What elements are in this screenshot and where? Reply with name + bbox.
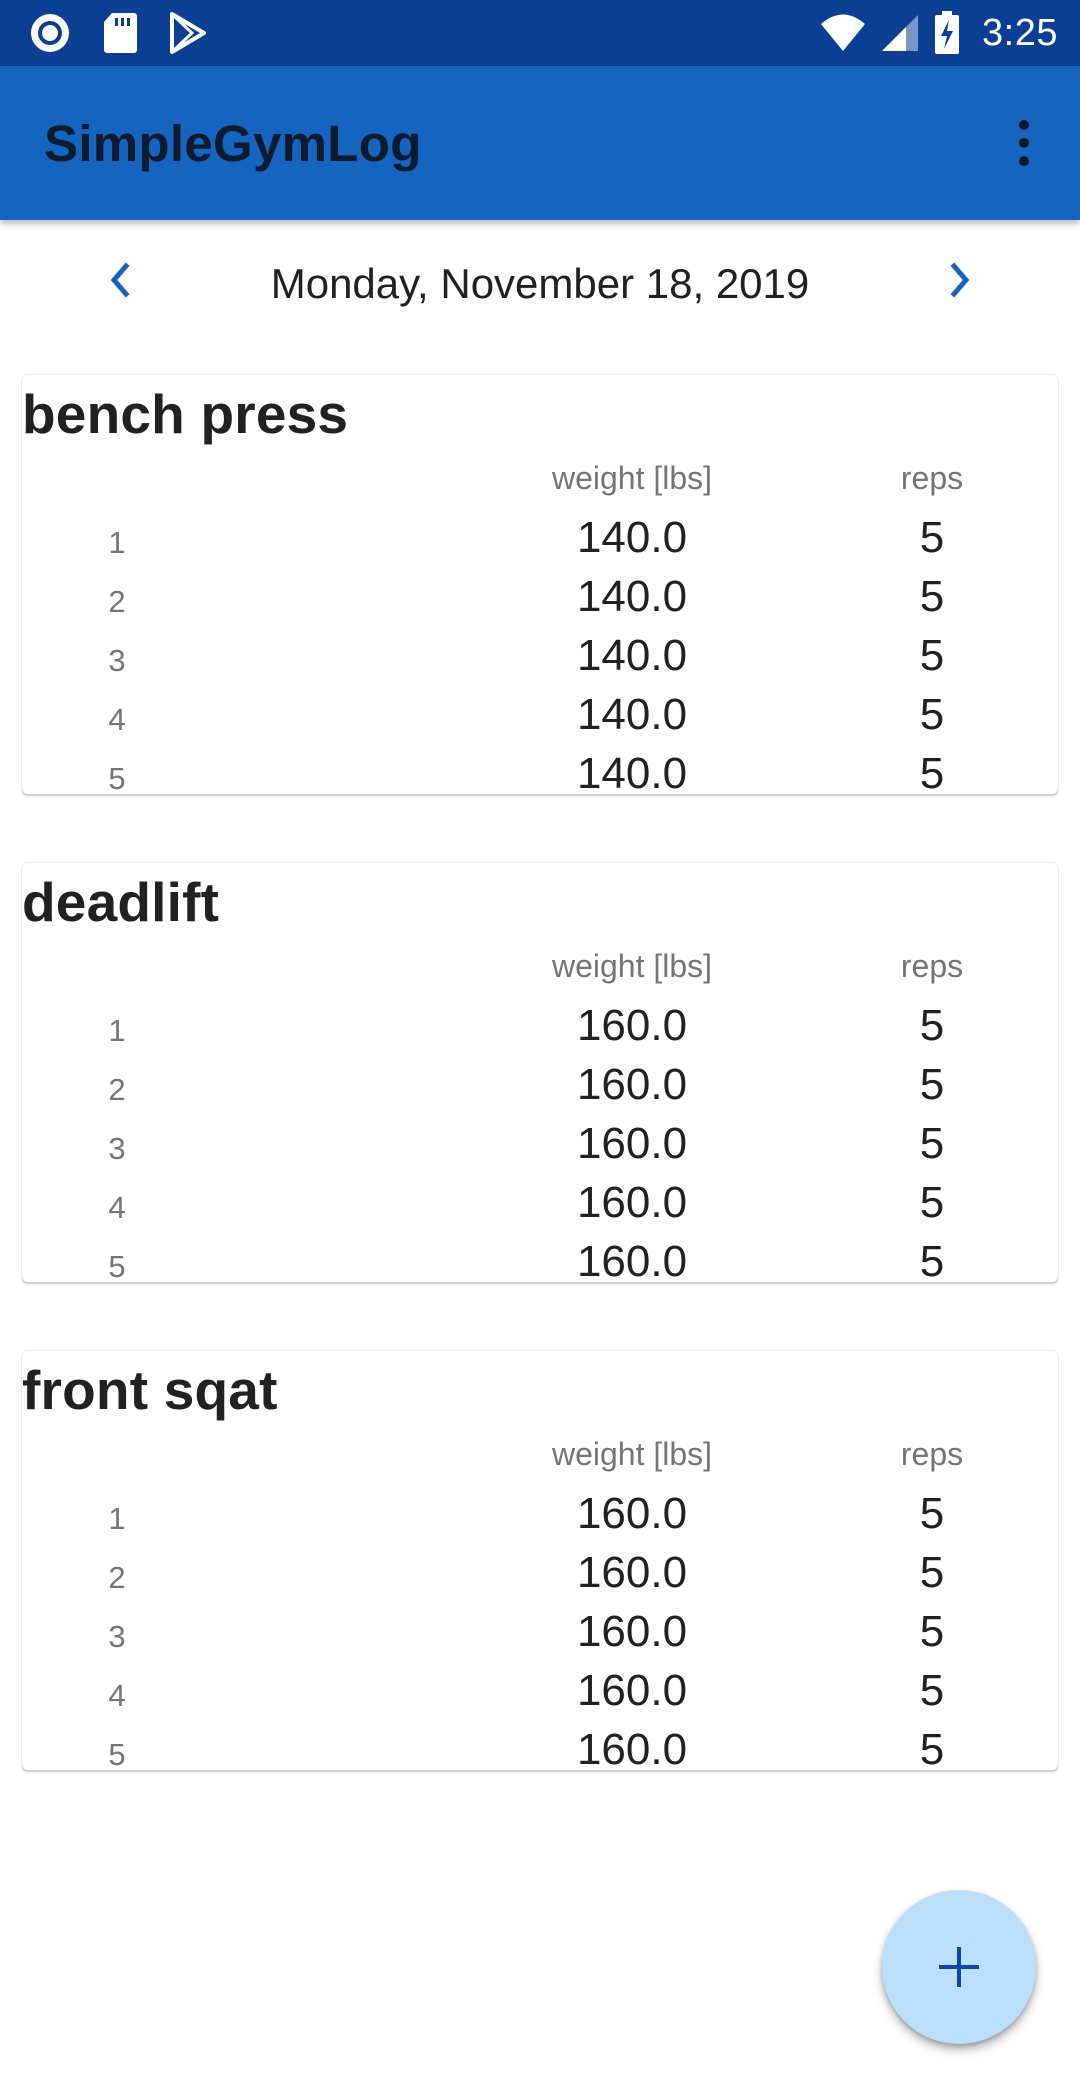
set-row[interactable]: 5 160.0 5 bbox=[22, 1230, 1058, 1289]
play-store-icon bbox=[168, 11, 208, 55]
set-reps: 5 bbox=[919, 513, 945, 562]
set-row[interactable]: 5 140.0 5 bbox=[22, 742, 1058, 801]
set-row[interactable]: 2 140.0 5 bbox=[22, 565, 1058, 624]
set-number: 2 bbox=[108, 1560, 126, 1595]
exercise-card[interactable]: deadlift weight [lbs] reps 1 160.0 5 2 1… bbox=[22, 862, 1058, 1286]
record-circle-icon bbox=[28, 11, 72, 55]
set-row[interactable]: 1 160.0 5 bbox=[22, 1482, 1058, 1541]
set-reps: 5 bbox=[919, 1489, 945, 1538]
status-bar: 3:25 bbox=[0, 0, 1080, 66]
set-reps: 5 bbox=[919, 1119, 945, 1168]
set-reps: 5 bbox=[919, 1725, 945, 1774]
set-reps: 5 bbox=[919, 1607, 945, 1656]
exercise-name: front sqat bbox=[22, 1359, 278, 1421]
set-row[interactable]: 4 140.0 5 bbox=[22, 683, 1058, 742]
set-reps: 5 bbox=[919, 1666, 945, 1715]
set-weight: 140.0 bbox=[576, 690, 688, 739]
set-weight: 140.0 bbox=[576, 572, 688, 621]
set-number: 4 bbox=[108, 1190, 126, 1225]
reps-column-header: reps bbox=[900, 948, 964, 984]
chevron-right-icon bbox=[950, 262, 970, 298]
exercise-name: bench press bbox=[22, 383, 349, 445]
set-number: 4 bbox=[108, 702, 126, 737]
set-reps: 5 bbox=[919, 1178, 945, 1227]
date-navigation: Monday, November 18, 2019 bbox=[0, 220, 1080, 356]
set-reps: 5 bbox=[919, 572, 945, 621]
overflow-menu-button[interactable] bbox=[994, 110, 1054, 176]
set-number: 1 bbox=[108, 525, 126, 560]
set-weight: 160.0 bbox=[576, 1607, 688, 1656]
exercise-name: deadlift bbox=[22, 871, 220, 933]
more-vert-icon bbox=[1019, 120, 1029, 130]
set-weight: 160.0 bbox=[576, 1178, 688, 1227]
set-weight: 160.0 bbox=[576, 1666, 688, 1715]
set-weight: 160.0 bbox=[576, 1489, 688, 1538]
set-number: 3 bbox=[108, 1619, 126, 1654]
sd-card-icon bbox=[102, 11, 138, 55]
weight-column-header: weight [lbs] bbox=[551, 460, 713, 496]
set-number: 3 bbox=[108, 643, 126, 678]
set-reps: 5 bbox=[919, 631, 945, 680]
set-row[interactable]: 1 140.0 5 bbox=[22, 506, 1058, 565]
set-reps: 5 bbox=[919, 1001, 945, 1050]
more-vert-icon-dot bbox=[1019, 138, 1029, 148]
exercise-card[interactable]: front sqat weight [lbs] reps 1 160.0 5 2… bbox=[22, 1350, 1058, 1774]
set-row[interactable]: 4 160.0 5 bbox=[22, 1171, 1058, 1230]
set-weight: 160.0 bbox=[576, 1237, 688, 1286]
set-row[interactable]: 4 160.0 5 bbox=[22, 1659, 1058, 1718]
set-number: 4 bbox=[108, 1678, 126, 1713]
exercise-card[interactable]: bench press weight [lbs] reps 1 140.0 5 … bbox=[22, 374, 1058, 798]
weight-column-header: weight [lbs] bbox=[551, 1436, 713, 1472]
wifi-icon bbox=[820, 13, 866, 53]
add-exercise-button[interactable] bbox=[882, 1890, 1036, 2044]
set-number: 2 bbox=[108, 1072, 126, 1107]
set-reps: 5 bbox=[919, 1237, 945, 1286]
set-weight: 140.0 bbox=[576, 631, 688, 680]
reps-column-header: reps bbox=[900, 1436, 964, 1472]
status-time: 3:25 bbox=[982, 11, 1058, 54]
set-row[interactable]: 3 160.0 5 bbox=[22, 1600, 1058, 1659]
weight-column-header: weight [lbs] bbox=[551, 948, 713, 984]
set-number: 1 bbox=[108, 1013, 126, 1048]
set-row[interactable]: 1 160.0 5 bbox=[22, 994, 1058, 1053]
set-number: 5 bbox=[108, 761, 126, 796]
app-title: SimpleGymLog bbox=[44, 115, 422, 172]
set-reps: 5 bbox=[919, 1548, 945, 1597]
plus-icon bbox=[939, 1947, 979, 1987]
next-day-button[interactable] bbox=[928, 248, 992, 312]
current-date: Monday, November 18, 2019 bbox=[270, 260, 810, 307]
set-row[interactable]: 2 160.0 5 bbox=[22, 1053, 1058, 1112]
notification-icons bbox=[28, 9, 208, 57]
set-reps: 5 bbox=[919, 749, 945, 798]
set-reps: 5 bbox=[919, 1060, 945, 1109]
set-number: 1 bbox=[108, 1501, 126, 1536]
system-icons: 3:25 bbox=[820, 9, 1058, 57]
set-row[interactable]: 3 140.0 5 bbox=[22, 624, 1058, 683]
battery-charging-icon bbox=[934, 11, 960, 55]
set-row[interactable]: 5 160.0 5 bbox=[22, 1718, 1058, 1777]
set-row[interactable]: 3 160.0 5 bbox=[22, 1112, 1058, 1171]
set-weight: 160.0 bbox=[576, 1548, 688, 1597]
set-weight: 160.0 bbox=[576, 1725, 688, 1774]
set-number: 5 bbox=[108, 1249, 126, 1284]
set-weight: 160.0 bbox=[576, 1001, 688, 1050]
set-number: 2 bbox=[108, 584, 126, 619]
set-weight: 140.0 bbox=[576, 513, 688, 562]
reps-column-header: reps bbox=[900, 460, 964, 496]
app-bar: SimpleGymLog bbox=[0, 66, 1080, 220]
set-weight: 160.0 bbox=[576, 1119, 688, 1168]
set-weight: 160.0 bbox=[576, 1060, 688, 1109]
set-reps: 5 bbox=[919, 690, 945, 739]
set-number: 3 bbox=[108, 1131, 126, 1166]
more-vert-icon-dot bbox=[1019, 156, 1029, 166]
set-row[interactable]: 2 160.0 5 bbox=[22, 1541, 1058, 1600]
set-number: 5 bbox=[108, 1737, 126, 1772]
set-weight: 140.0 bbox=[576, 749, 688, 798]
cell-signal-icon bbox=[880, 13, 920, 53]
